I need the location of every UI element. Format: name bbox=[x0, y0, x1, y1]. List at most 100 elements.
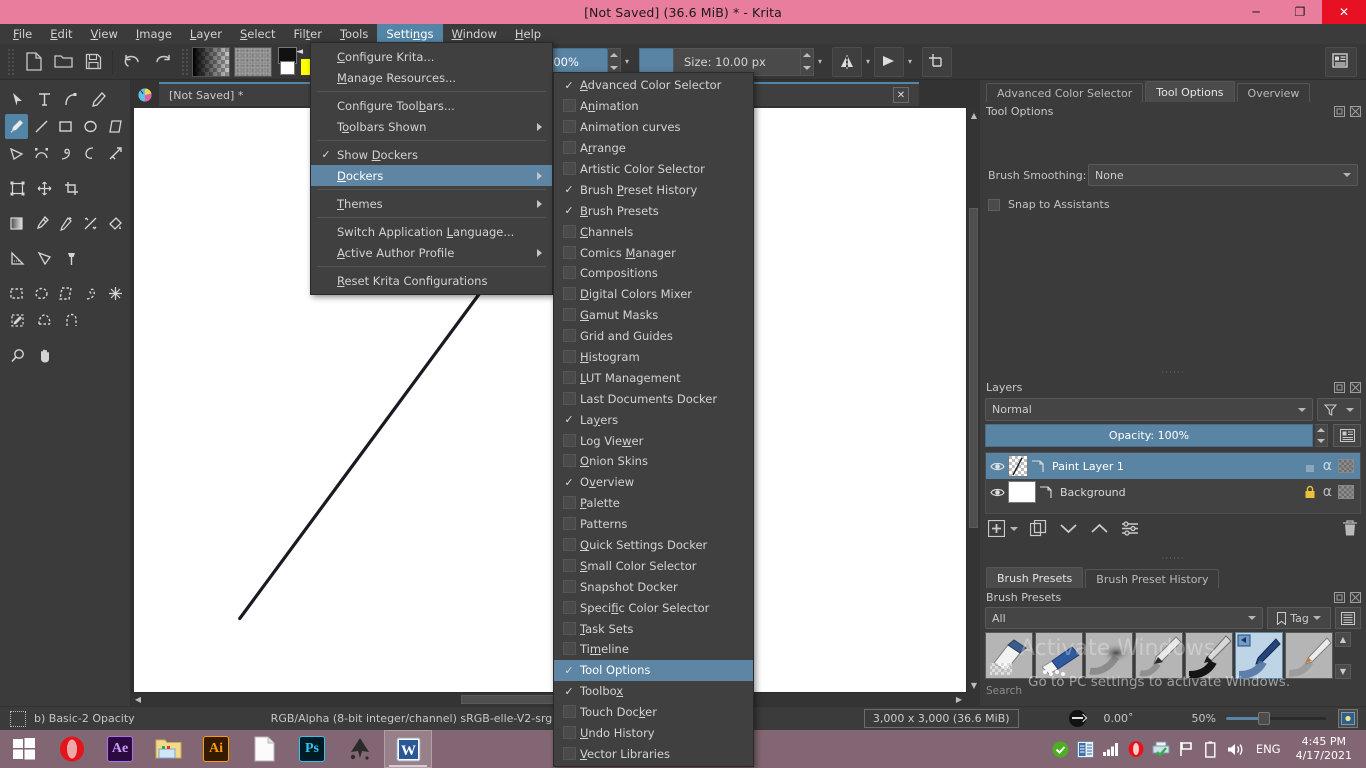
brush-preset-grid[interactable]: ▲ ▼ bbox=[985, 632, 1361, 679]
brush-search-input[interactable]: Search bbox=[986, 682, 1360, 700]
menu-item-toolbars-shown[interactable]: Toolbars Shown bbox=[311, 116, 552, 137]
foreground-background-color-selector[interactable]: ◄ bbox=[278, 46, 312, 78]
layer-alpha-icon[interactable]: α bbox=[1323, 458, 1332, 474]
brush-preset-airbrush-soft[interactable] bbox=[1085, 632, 1133, 679]
measure-tool[interactable] bbox=[5, 246, 30, 271]
start-button[interactable] bbox=[0, 730, 48, 768]
contiguous-selection-tool[interactable] bbox=[104, 281, 127, 306]
docker-splitter-handle-1[interactable]: ······ bbox=[980, 368, 1366, 377]
opera-taskbar-icon[interactable] bbox=[48, 730, 96, 768]
menu-item-show-dockers[interactable]: ✓Show Dockers bbox=[311, 144, 552, 165]
open-document-icon[interactable] bbox=[48, 48, 78, 76]
dockers-menu-item-channels[interactable]: Channels bbox=[554, 221, 753, 242]
illustrator-taskbar-icon[interactable]: Ai bbox=[192, 730, 240, 768]
brush-preset-basic-2-opacity[interactable] bbox=[1235, 632, 1283, 679]
close-docker-icon[interactable] bbox=[1349, 591, 1362, 604]
brush-scroll-down-icon[interactable]: ▼ bbox=[1335, 664, 1351, 679]
brush-preset-eraser-small[interactable] bbox=[1035, 632, 1083, 679]
layer-properties-button[interactable] bbox=[1121, 521, 1139, 536]
smart-patch-tool[interactable] bbox=[79, 211, 102, 236]
minimize-button[interactable]: ─ bbox=[1234, 0, 1278, 24]
dockers-menu-item-task-sets[interactable]: Task Sets bbox=[554, 618, 753, 639]
fill-tool[interactable] bbox=[104, 211, 127, 236]
polygonal-selection-tool[interactable] bbox=[55, 281, 78, 306]
edit-shapes-tool[interactable] bbox=[59, 87, 84, 112]
menu-item-configure-krita[interactable]: Configure Krita... bbox=[311, 46, 552, 67]
layer-name[interactable]: Paint Layer 1 bbox=[1052, 460, 1303, 473]
zoom-tool[interactable] bbox=[5, 343, 30, 368]
menu-window[interactable]: Window bbox=[443, 24, 506, 44]
tag-button[interactable]: Tag bbox=[1267, 607, 1331, 629]
freehand-brush-tool[interactable] bbox=[5, 114, 28, 139]
battery-icon[interactable] bbox=[1202, 740, 1220, 758]
snap-to-assistants-checkbox[interactable] bbox=[988, 199, 1000, 211]
dockers-menu-item-animation-curves[interactable]: Animation curves bbox=[554, 117, 753, 138]
menu-item-manage-resources[interactable]: Manage Resources... bbox=[311, 67, 552, 88]
close-docker-icon[interactable] bbox=[1349, 381, 1362, 394]
brush-preset-basic-1[interactable] bbox=[1135, 632, 1183, 679]
dockers-menu-item-advanced-color-selector[interactable]: ✓Advanced Color Selector bbox=[554, 75, 753, 96]
dockers-menu-item-lut-management[interactable]: LUT Management bbox=[554, 367, 753, 388]
float-docker-icon[interactable] bbox=[1333, 591, 1346, 604]
similar-color-selection-tool[interactable] bbox=[32, 308, 57, 333]
brush-size-stepper[interactable] bbox=[801, 48, 814, 76]
menu-view[interactable]: View bbox=[82, 24, 127, 44]
brush-tag-filter-dropdown[interactable]: All bbox=[985, 607, 1263, 629]
file-explorer-taskbar-icon[interactable] bbox=[144, 730, 192, 768]
dockers-menu-item-toolbox[interactable]: ✓Toolbox bbox=[554, 681, 753, 702]
dockers-menu-item-touch-docker[interactable]: Touch Docker bbox=[554, 702, 753, 723]
dockers-menu-item-grid-and-guides[interactable]: Grid and Guides bbox=[554, 326, 753, 347]
move-layer-up-button[interactable] bbox=[1090, 522, 1109, 535]
dockers-menu-item-tool-options[interactable]: ✓Tool Options bbox=[554, 660, 753, 681]
dockers-menu-item-undo-history[interactable]: Undo History bbox=[554, 723, 753, 744]
menu-item-themes[interactable]: Themes bbox=[311, 193, 552, 214]
choose-workspace-icon[interactable] bbox=[1325, 47, 1357, 77]
dockers-menu-item-brush-preset-history[interactable]: ✓Brush Preset History bbox=[554, 179, 753, 200]
swap-colors-icon[interactable]: ◄ bbox=[296, 47, 303, 57]
menu-item-dockers[interactable]: Dockers bbox=[311, 165, 552, 186]
layer-locked-icon[interactable] bbox=[1303, 485, 1317, 499]
after-effects-taskbar-icon[interactable]: Ae bbox=[96, 730, 144, 768]
inkscape-taskbar-icon[interactable] bbox=[336, 730, 384, 768]
layer-filter-dropdown[interactable] bbox=[1317, 398, 1361, 421]
toolbar-grip[interactable] bbox=[6, 49, 15, 75]
move-layer-down-button[interactable] bbox=[1059, 522, 1078, 535]
menu-select[interactable]: Select bbox=[231, 24, 285, 44]
canvas-rotation-knob[interactable] bbox=[1069, 710, 1086, 727]
vertical-scroll-thumb[interactable] bbox=[969, 208, 978, 528]
scroll-up-icon[interactable]: ▲ bbox=[967, 108, 981, 122]
dockers-menu-item-vector-libraries[interactable]: Vector Libraries bbox=[554, 744, 753, 765]
clock[interactable]: 4:45 PM 4/17/2021 bbox=[1292, 735, 1360, 763]
dockers-menu-item-overview[interactable]: ✓Overview bbox=[554, 472, 753, 493]
select-shapes-tool[interactable] bbox=[5, 87, 30, 112]
layer-list[interactable]: Paint Layer 1 α Background bbox=[985, 452, 1361, 514]
menu-image[interactable]: Image bbox=[127, 24, 181, 44]
menu-tools[interactable]: Tools bbox=[331, 24, 377, 44]
text-tool[interactable] bbox=[32, 87, 57, 112]
redo-icon[interactable] bbox=[147, 48, 177, 76]
dockers-menu-item-artistic-color-selector[interactable]: Artistic Color Selector bbox=[554, 159, 753, 180]
dockers-menu-item-gamut-masks[interactable]: Gamut Masks bbox=[554, 305, 753, 326]
canvas-horizontal-scrollbar[interactable]: ◀ ▶ bbox=[131, 692, 966, 706]
polyline-tool[interactable] bbox=[5, 141, 28, 166]
calligraphy-tool[interactable] bbox=[86, 87, 111, 112]
move-tool[interactable] bbox=[32, 176, 57, 201]
menu-item-switch-application-language[interactable]: Switch Application Language... bbox=[311, 221, 552, 242]
volume-icon[interactable] bbox=[1227, 740, 1245, 758]
color-sampler-tool[interactable] bbox=[30, 211, 53, 236]
bezier-selection-tool[interactable] bbox=[5, 308, 30, 333]
dockers-menu-item-compositions[interactable]: Compositions bbox=[554, 263, 753, 284]
dockers-menu-item-palette[interactable]: Palette bbox=[554, 493, 753, 514]
dockers-menu-item-arrange[interactable]: Arrange bbox=[554, 138, 753, 159]
table-row[interactable]: Paint Layer 1 α bbox=[986, 453, 1360, 479]
dockers-menu-item-digital-colors-mixer[interactable]: Digital Colors Mixer bbox=[554, 284, 753, 305]
add-layer-button[interactable] bbox=[988, 520, 1018, 537]
pattern-swatch-icon[interactable] bbox=[234, 47, 272, 77]
tab-overview[interactable]: Overview bbox=[1237, 83, 1311, 102]
gradient-tool[interactable] bbox=[5, 211, 28, 236]
opera-tray-icon[interactable] bbox=[1127, 740, 1145, 758]
layer-alpha-icon[interactable]: α bbox=[1323, 484, 1332, 500]
delete-layer-button[interactable] bbox=[1342, 520, 1358, 537]
dockers-menu-item-histogram[interactable]: Histogram bbox=[554, 347, 753, 368]
float-docker-icon[interactable] bbox=[1333, 381, 1346, 394]
